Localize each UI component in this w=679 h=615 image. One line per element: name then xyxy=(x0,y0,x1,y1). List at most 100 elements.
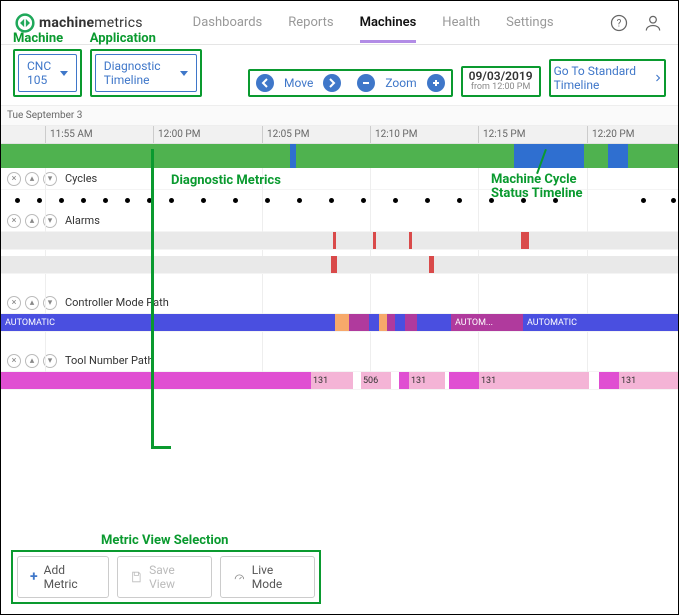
machine-dropdown-label: CNC 105 xyxy=(27,59,52,87)
tool-segment xyxy=(449,372,479,389)
row-up-icon[interactable]: ▴ xyxy=(25,214,39,228)
controls-row: Machine CNC 105 Application Diagnostic T… xyxy=(1,45,678,105)
cycle-segment xyxy=(1,144,290,168)
machine-dropdown[interactable]: CNC 105 xyxy=(18,54,77,92)
footer-controls: Metric View Selection + Add Metric Save … xyxy=(11,533,668,604)
chevron-down-icon xyxy=(60,71,68,76)
cycles-label: Cycles xyxy=(65,172,97,185)
controller-segment xyxy=(379,314,387,331)
move-left-button[interactable] xyxy=(256,74,274,92)
help-icon[interactable]: ? xyxy=(608,12,630,34)
save-view-label: Save View xyxy=(149,563,199,591)
controller-segment: AUTOM... xyxy=(451,314,523,331)
tool-segment: 131 xyxy=(619,372,679,389)
main-nav: Dashboards Reports Machines Health Setti… xyxy=(193,3,554,43)
cycle-dot xyxy=(169,198,174,203)
zoom-in-button[interactable] xyxy=(427,74,445,92)
add-metric-button[interactable]: + Add Metric xyxy=(17,556,109,598)
cycle-segment xyxy=(608,144,628,168)
brand-logo: machinemetrics xyxy=(15,13,143,33)
timeline-panel: Tue September 3 11:55 AM 12:00 PM 12:05 PM… xyxy=(1,105,678,390)
standard-timeline-group: Go To Standard Timeline xyxy=(549,59,666,97)
cycle-dot xyxy=(81,198,86,203)
application-dropdown-label: Diagnostic Timeline xyxy=(104,59,172,87)
tool-segment xyxy=(399,372,409,389)
nav-health[interactable]: Health xyxy=(442,3,480,43)
row-up-icon[interactable]: ▴ xyxy=(25,354,39,368)
nav-settings[interactable]: Settings xyxy=(506,3,553,43)
row-down-icon[interactable]: ▾ xyxy=(43,214,57,228)
zoom-out-button[interactable] xyxy=(357,74,375,92)
save-icon xyxy=(130,570,143,584)
time-tick: 12:05 PM xyxy=(262,126,309,143)
controller-segment xyxy=(405,314,417,331)
row-up-icon[interactable]: ▴ xyxy=(25,172,39,186)
controller-segment xyxy=(387,314,395,331)
remove-row-icon[interactable]: × xyxy=(7,172,21,186)
metric-view-selection-annotation: Metric View Selection xyxy=(101,533,668,548)
remove-row-icon[interactable]: × xyxy=(7,354,21,368)
zoom-label: Zoom xyxy=(379,76,422,90)
nav-reports[interactable]: Reports xyxy=(288,3,333,43)
move-zoom-group: Move Zoom xyxy=(248,69,453,97)
controller-segment xyxy=(417,314,451,331)
time-tick: 12:10 PM xyxy=(370,126,417,143)
remove-row-icon[interactable]: × xyxy=(7,296,21,310)
add-metric-label: Add Metric xyxy=(44,563,97,591)
move-right-button[interactable] xyxy=(323,74,341,92)
date-selector[interactable]: 09/03/2019 from 12:00 PM xyxy=(461,66,541,97)
application-dropdown[interactable]: Diagnostic Timeline xyxy=(95,54,197,92)
cycle-status-bar xyxy=(1,144,678,168)
cycles-dots-lane xyxy=(1,190,678,210)
time-tick: 12:00 PM xyxy=(153,126,200,143)
brand-name: machinemetrics xyxy=(39,15,143,31)
standard-timeline-link[interactable]: Go To Standard Timeline xyxy=(554,64,661,92)
cycle-dot xyxy=(125,198,130,203)
cycle-dot xyxy=(233,198,238,203)
alarm-block xyxy=(333,232,336,249)
controller-row-header: × ▴ ▾ Controller Mode Path xyxy=(1,292,678,314)
tool-segment: 506 xyxy=(361,372,391,389)
cycle-dot xyxy=(147,198,152,203)
alarm-lane-2 xyxy=(1,256,678,274)
controller-segment xyxy=(369,314,379,331)
save-view-button[interactable]: Save View xyxy=(117,556,212,598)
controller-mode-lane: AUTOMATICAUTOM...AUTOMATIC xyxy=(1,314,678,332)
live-mode-label: Live Mode xyxy=(252,563,302,591)
cycle-dot xyxy=(641,198,646,203)
time-tick: 11:55 AM xyxy=(45,126,93,143)
timeline-ticks: 11:55 AM 12:00 PM 12:05 PM 12:10 PM 12:15 PM… xyxy=(1,126,678,144)
alarm-block xyxy=(331,256,337,273)
cycle-dot xyxy=(361,198,366,203)
remove-row-icon[interactable]: × xyxy=(7,214,21,228)
tool-segment: 131 xyxy=(311,372,353,389)
controller-segment xyxy=(349,314,369,331)
timeline-day-label: Tue September 3 xyxy=(1,105,678,126)
cycle-dot xyxy=(489,198,494,203)
tool-segment: 131 xyxy=(479,372,589,389)
cycle-dot xyxy=(37,198,42,203)
application-annotation-label: Application xyxy=(90,31,156,46)
cycle-dot xyxy=(201,198,206,203)
cycle-segment xyxy=(296,144,514,168)
row-down-icon[interactable]: ▾ xyxy=(43,172,57,186)
cycle-dot xyxy=(297,198,302,203)
application-selector-group: Application Diagnostic Timeline xyxy=(90,31,202,97)
cycle-dot xyxy=(59,198,64,203)
row-down-icon[interactable]: ▾ xyxy=(43,296,57,310)
cycle-segment xyxy=(628,144,679,168)
row-down-icon[interactable]: ▾ xyxy=(43,354,57,368)
tool-segment xyxy=(1,372,311,389)
time-tick: 12:15 PM xyxy=(478,126,525,143)
row-up-icon[interactable]: ▴ xyxy=(25,296,39,310)
alarm-block xyxy=(409,232,412,249)
tool-segment: 131 xyxy=(409,372,445,389)
standard-timeline-label: Go To Standard Timeline xyxy=(554,64,651,92)
user-icon[interactable] xyxy=(642,12,664,34)
machine-selector-group: Machine CNC 105 xyxy=(13,31,82,97)
alarms-row-header: × ▴ ▾ Alarms xyxy=(1,210,678,232)
live-mode-button[interactable]: Live Mode xyxy=(220,556,315,598)
nav-machines[interactable]: Machines xyxy=(360,3,417,43)
brand-logo-icon xyxy=(15,13,35,33)
nav-dashboards[interactable]: Dashboards xyxy=(193,3,263,43)
